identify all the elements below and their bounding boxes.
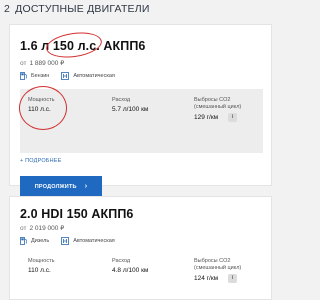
continue-button[interactable]: ПРОДОЛЖИТЬ › — [20, 176, 102, 197]
engine-card[interactable]: 1.6 л 150 л.с. АКПП6 от 1 889 000 ₽ Бензи… — [9, 24, 272, 197]
fuel-attribute: Дизель — [20, 237, 49, 245]
price-prefix: от — [20, 225, 27, 232]
power-label: Мощность — [28, 97, 55, 103]
chevron-right-icon: › — [84, 183, 88, 190]
fuel-label: Дизель — [31, 238, 50, 244]
consumption-label: Расход — [112, 258, 131, 264]
co2-value: 129 г/км — [194, 114, 219, 121]
fuel-pump-icon — [20, 237, 27, 245]
consumption-spec: Расход 4.8 л/100 км — [112, 258, 148, 274]
engine-price: от 2 019 000 ₽ — [20, 224, 64, 232]
power-value: 110 л.с. — [28, 267, 51, 274]
engine-attributes: Дизель Автоматическая — [20, 237, 127, 245]
section-number: 2 — [4, 3, 11, 15]
co2-label: Выбросы CO2 (смешанный цикл) — [194, 258, 242, 271]
gearbox-icon — [61, 237, 70, 245]
engine-price: от 1 889 000 ₽ — [20, 59, 64, 67]
co2-spec: Выбросы CO2 (смешанный цикл) 129 г/км i — [194, 97, 258, 122]
engine-title: 2.0 HDI 150 АКПП6 — [20, 207, 134, 221]
transmission-attribute: Автоматическая — [61, 237, 115, 245]
transmission-attribute: Автоматическая — [61, 72, 115, 80]
gearbox-icon — [61, 72, 70, 80]
engine-title: 1.6 л 150 л.с. АКПП6 — [20, 39, 146, 53]
specs-box: Мощность 110 л.с. Расход 5.7 л/100 км Вы… — [20, 89, 263, 153]
price-prefix: от — [20, 60, 27, 67]
engine-card[interactable]: 2.0 HDI 150 АКПП6 от 2 019 000 ₽ Дизель А… — [9, 196, 272, 300]
power-value: 110 л.с. — [28, 106, 51, 113]
power-spec: Мощность 110 л.с. — [28, 97, 54, 113]
fuel-attribute: Бензин — [20, 72, 49, 80]
section-header: 2 ДОСТУПНЫЕ ДВИГАТЕЛИ — [4, 3, 150, 15]
consumption-spec: Расход 5.7 л/100 км — [112, 97, 148, 113]
power-label: Мощность — [28, 258, 55, 264]
transmission-label: Автоматическая — [73, 73, 115, 79]
consumption-value: 4.8 л/100 км — [112, 267, 149, 274]
co2-label: Выбросы CO2 (смешанный цикл) — [194, 97, 242, 110]
consumption-label: Расход — [112, 97, 131, 103]
co2-spec: Выбросы CO2 (смешанный цикл) 124 г/км i — [194, 258, 258, 283]
power-spec: Мощность 110 л.с. — [28, 258, 54, 274]
price-value: 1 889 000 ₽ — [29, 60, 65, 67]
engine-attributes: Бензин Автоматическая — [20, 72, 127, 80]
info-icon[interactable]: i — [228, 113, 238, 122]
fuel-pump-icon — [20, 72, 27, 80]
consumption-value: 5.7 л/100 км — [112, 106, 149, 113]
section-title: ДОСТУПНЫЕ ДВИГАТЕЛИ — [15, 3, 150, 15]
fuel-label: Бензин — [31, 73, 50, 79]
transmission-label: Автоматическая — [73, 238, 115, 244]
specs-box: Мощность 110 л.с. Расход 4.8 л/100 км Вы… — [20, 250, 263, 290]
more-details-link[interactable]: + ПОДРОБНЕЕ — [20, 158, 62, 164]
continue-label: ПРОДОЛЖИТЬ — [34, 183, 77, 190]
co2-value: 124 г/км — [194, 275, 219, 282]
price-value: 2 019 000 ₽ — [29, 225, 65, 232]
info-icon[interactable]: i — [228, 274, 238, 283]
